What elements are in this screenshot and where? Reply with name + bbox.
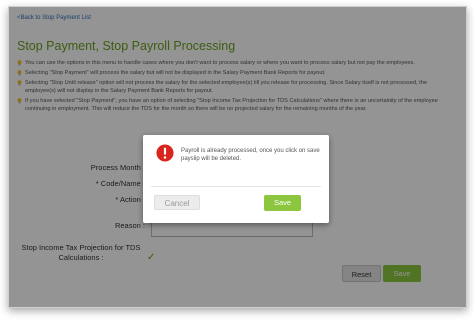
dialog-message: Payroll is already processed, once you c…	[181, 148, 320, 162]
confirm-dialog: Payroll is already processed, once you c…	[143, 135, 329, 223]
dialog-divider	[151, 186, 321, 187]
dialog-save-button[interactable]: Save	[264, 195, 301, 211]
dialog-cancel-button[interactable]: Cancel	[154, 195, 200, 210]
error-icon	[156, 144, 174, 162]
app-window: <Back to Stop Payment List Stop Payment,…	[8, 6, 467, 308]
